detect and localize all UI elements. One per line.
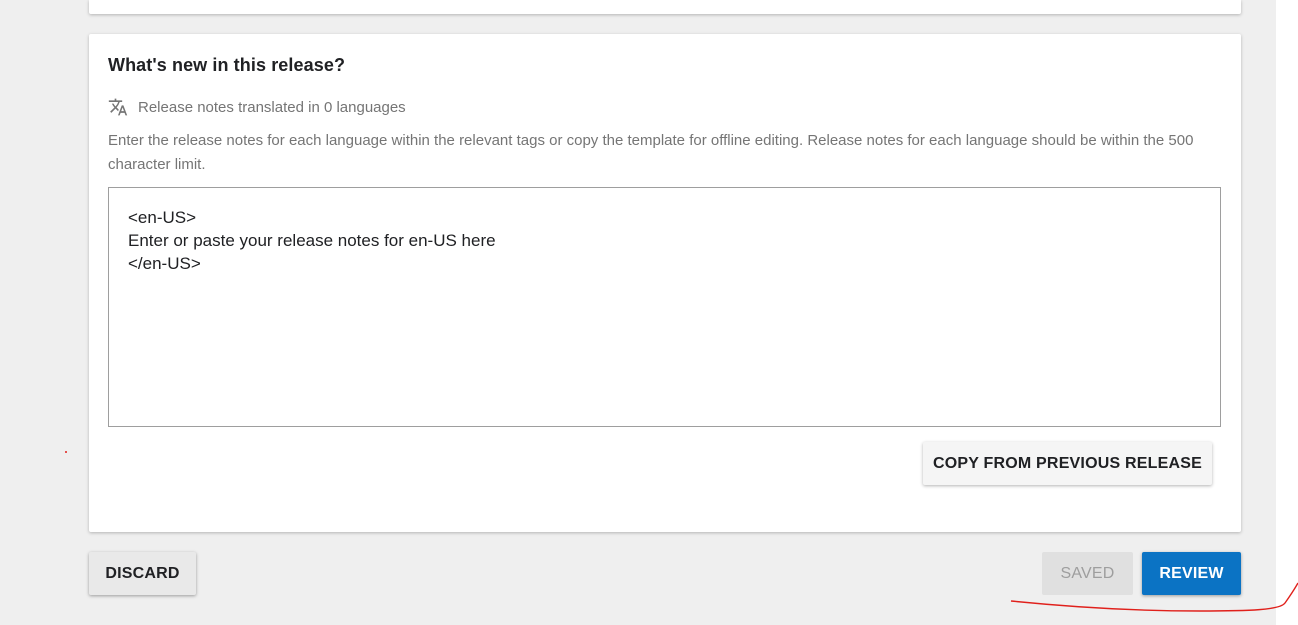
section-title: What's new in this release? xyxy=(108,55,346,75)
previous-section-card xyxy=(89,0,1241,14)
right-edge-panel xyxy=(1276,0,1298,625)
translation-status: Release notes translated in 0 languages xyxy=(108,97,406,117)
release-notes-instructions: Enter the release notes for each languag… xyxy=(108,132,1194,173)
red-annotation-dot xyxy=(65,451,67,453)
discard-button[interactable]: DISCARD xyxy=(89,552,196,595)
saved-button: SAVED xyxy=(1042,552,1133,595)
translate-icon xyxy=(108,97,128,117)
review-button[interactable]: REVIEW xyxy=(1142,552,1241,595)
copy-from-previous-release-button[interactable]: COPY FROM PREVIOUS RELEASE xyxy=(923,442,1212,485)
release-notes-textarea[interactable]: <en-US> Enter or paste your release note… xyxy=(108,187,1221,427)
translation-status-text: Release notes translated in 0 languages xyxy=(138,98,406,116)
release-page: What's new in this release? Release note… xyxy=(0,0,1298,625)
release-notes-card: What's new in this release? Release note… xyxy=(89,34,1241,532)
